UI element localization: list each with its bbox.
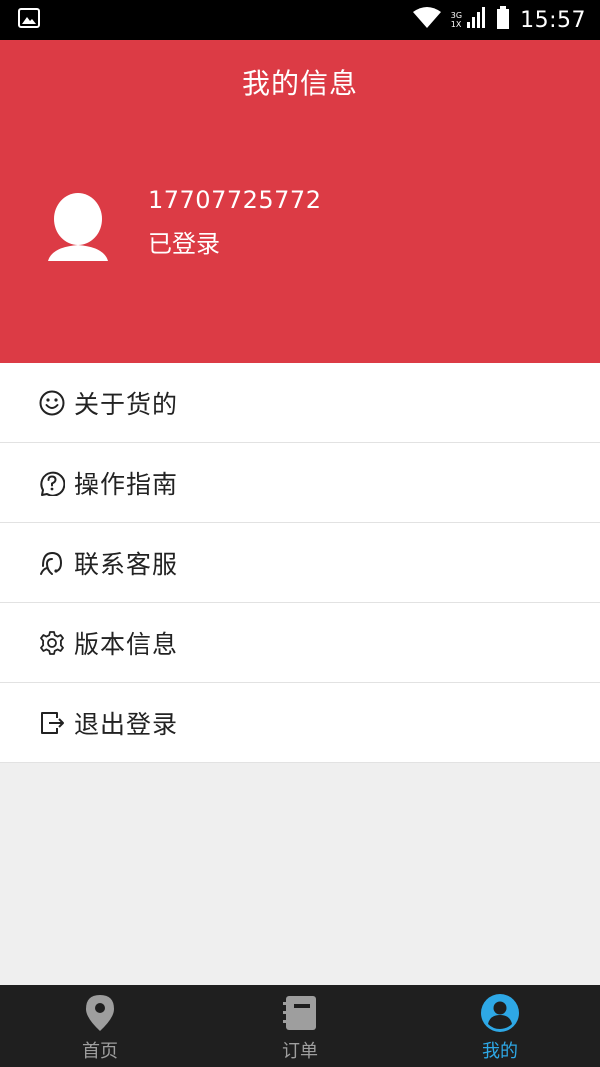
menu-item-version[interactable]: 版本信息 bbox=[0, 603, 600, 683]
network-bottom-label: 1X bbox=[450, 20, 462, 29]
menu-item-logout[interactable]: 退出登录 bbox=[0, 683, 600, 763]
profile-header: 我的信息 17707725772 已登录 bbox=[0, 40, 600, 363]
battery-icon bbox=[496, 6, 510, 34]
nav-label: 首页 bbox=[82, 1041, 118, 1062]
menu-item-label: 操作指南 bbox=[74, 469, 179, 499]
nav-item-mine[interactable]: 我的 bbox=[400, 985, 600, 1067]
smiley-icon bbox=[38, 389, 66, 417]
nav-label: 订单 bbox=[282, 1041, 318, 1062]
menu-item-label: 退出登录 bbox=[74, 709, 179, 739]
bottom-nav: 首页 订单 我的 bbox=[0, 985, 600, 1067]
menu-item-label: 关于货的 bbox=[74, 389, 179, 419]
help-circle-icon bbox=[38, 469, 66, 497]
location-pin-icon bbox=[80, 993, 120, 1033]
network-top-label: 3G bbox=[450, 11, 463, 20]
signal-icon bbox=[466, 6, 486, 34]
nav-item-orders[interactable]: 订单 bbox=[200, 985, 400, 1067]
menu-item-guide[interactable]: 操作指南 bbox=[0, 443, 600, 523]
menu-item-label: 联系客服 bbox=[74, 549, 179, 579]
menu-item-label: 版本信息 bbox=[74, 629, 179, 659]
status-bar: 3G 1X 15:57 bbox=[0, 0, 600, 40]
headset-icon bbox=[38, 549, 66, 577]
logout-icon bbox=[38, 709, 66, 737]
settings-menu: 关于货的 操作指南 联系客服 版本信息 退出登录 bbox=[0, 363, 600, 763]
avatar[interactable] bbox=[46, 193, 110, 263]
login-status: 已登录 bbox=[148, 230, 220, 258]
nav-item-home[interactable]: 首页 bbox=[0, 985, 200, 1067]
gear-icon bbox=[38, 629, 66, 657]
user-phone: 17707725772 bbox=[148, 186, 322, 214]
network-type: 3G 1X bbox=[451, 11, 462, 29]
nav-label: 我的 bbox=[482, 1041, 518, 1062]
menu-item-support[interactable]: 联系客服 bbox=[0, 523, 600, 603]
wifi-icon bbox=[412, 7, 441, 33]
user-circle-icon bbox=[480, 993, 520, 1033]
status-time: 15:57 bbox=[520, 7, 586, 33]
user-avatar-icon bbox=[48, 193, 108, 261]
page-title: 我的信息 bbox=[241, 67, 358, 100]
menu-item-about[interactable]: 关于货的 bbox=[0, 363, 600, 443]
notebook-icon bbox=[280, 993, 320, 1033]
image-icon bbox=[18, 8, 40, 32]
